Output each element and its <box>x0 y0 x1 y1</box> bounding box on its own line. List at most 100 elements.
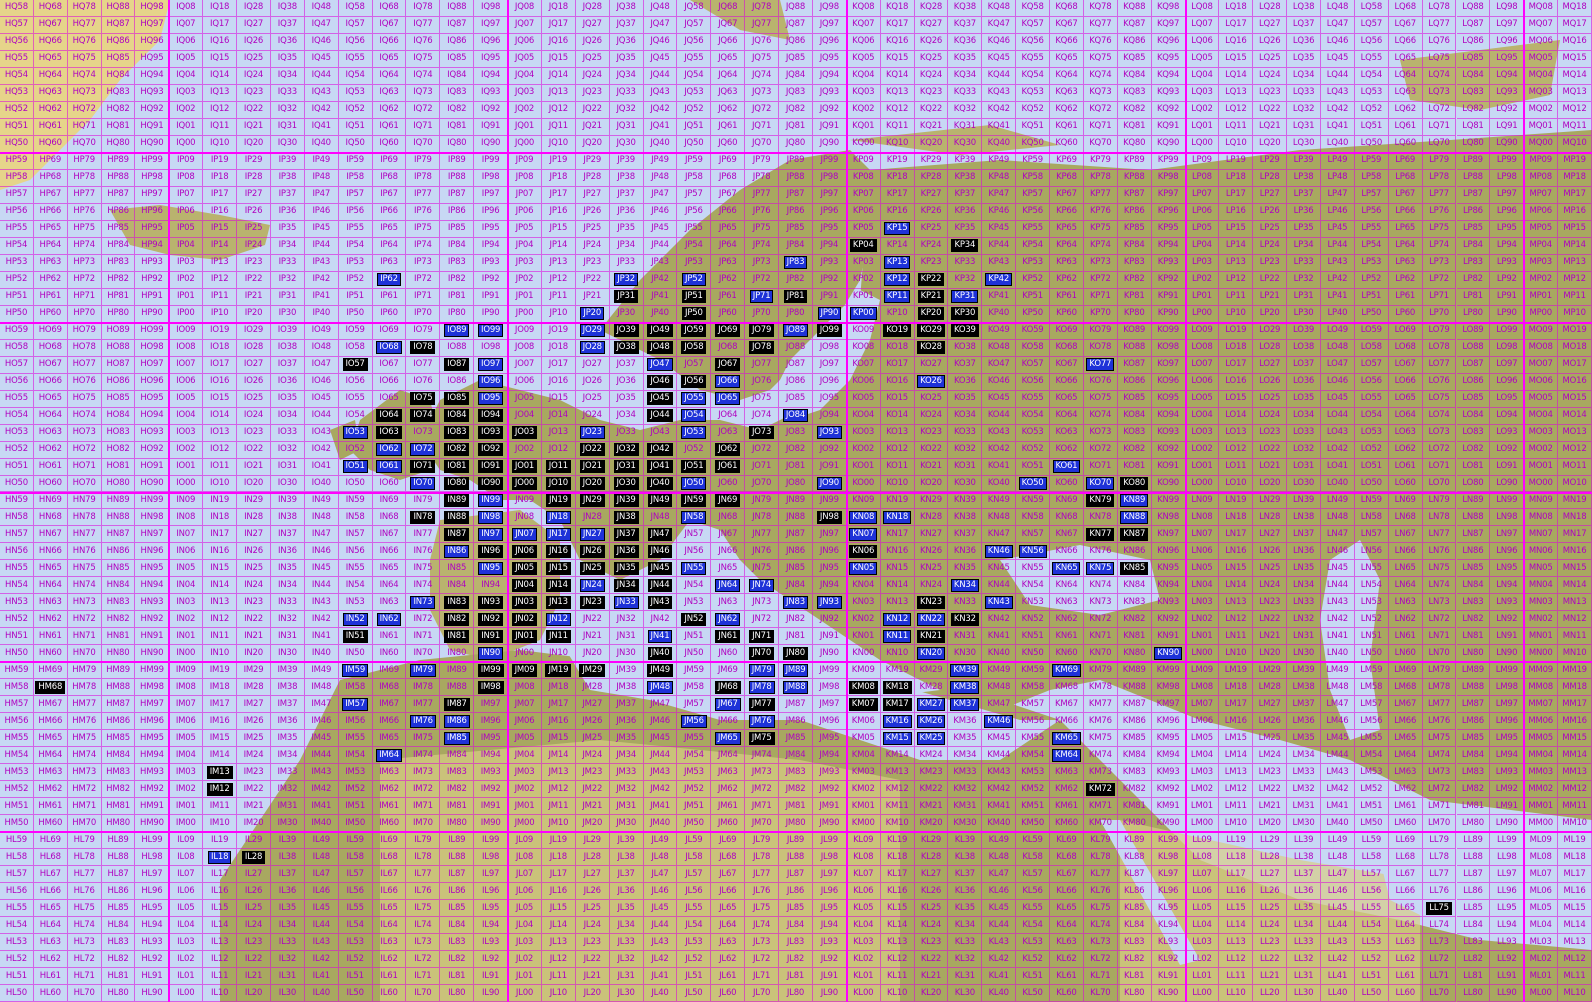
grid-cell-jl37: JL37 <box>609 866 644 884</box>
grid-cell-label: IP95 <box>481 223 500 234</box>
grid-cell-kl98: KL98 <box>1151 849 1186 867</box>
grid-cell-label: LN01 <box>1191 630 1213 641</box>
grid-cell-label: JO58 <box>681 341 707 355</box>
grid-cell-label: JN49 <box>647 493 673 507</box>
grid-cell-mn08: MN08 <box>1524 509 1559 527</box>
grid-cell-km05: KM05 <box>846 730 881 748</box>
grid-cell-label: HQ76 <box>72 36 96 47</box>
grid-cell-km54: KM54 <box>1016 747 1051 765</box>
grid-cell-in74: IN74 <box>406 577 441 595</box>
grid-cell-label: HQ63 <box>38 87 62 98</box>
grid-cell-label: JO34 <box>616 410 636 421</box>
grid-cell-in19: IN19 <box>203 492 238 510</box>
grid-cell-label: MP05 <box>1529 223 1552 234</box>
grid-cell-label: HQ83 <box>106 87 130 98</box>
grid-cell-label: HO73 <box>72 427 96 438</box>
grid-cell-label: HQ65 <box>38 53 62 64</box>
grid-cell-kn26: KN26 <box>914 543 949 561</box>
grid-cell-jl08: JL08 <box>508 849 542 867</box>
grid-cell-label: KM90 <box>1156 817 1180 828</box>
grid-cell-label: JM57 <box>683 698 704 709</box>
grid-cell-label: LQ50 <box>1360 138 1383 149</box>
grid-cell-io65: IO65 <box>372 390 407 408</box>
grid-cell-label: HN54 <box>5 579 28 590</box>
grid-cell-lo66: LO66 <box>1388 373 1423 391</box>
grid-cell-label: HP84 <box>107 240 129 251</box>
grid-cell-label: LM96 <box>1495 715 1518 726</box>
grid-cell-label: IM58 <box>345 681 366 692</box>
grid-cell-label: LM11 <box>1224 800 1247 811</box>
grid-cell-ip96: IP96 <box>474 203 509 221</box>
grid-cell-label: HL86 <box>107 885 129 896</box>
grid-cell-lo48: LO48 <box>1321 339 1355 357</box>
grid-cell-label: LN87 <box>1462 528 1484 539</box>
grid-cell-label: IQ91 <box>481 121 501 132</box>
grid-cell-label: JM30 <box>616 817 637 828</box>
grid-cell-label: KO19 <box>883 324 912 338</box>
grid-cell-lo64: LO64 <box>1388 407 1423 425</box>
grid-cell-label: IP80 <box>447 308 466 319</box>
grid-cell-jl76: JL76 <box>745 883 780 901</box>
grid-cell-label: LN65 <box>1394 562 1416 573</box>
grid-cell-in32: IN32 <box>270 611 305 629</box>
grid-cell-label: HO96 <box>140 376 164 387</box>
grid-cell-label: IM10 <box>209 817 230 828</box>
grid-cell-kp40: KP40 <box>982 305 1017 323</box>
grid-cell-label: LM31 <box>1292 800 1315 811</box>
grid-cell-jq24: JQ24 <box>575 67 610 85</box>
grid-cell-jn79: JN79 <box>745 492 780 510</box>
grid-cell-label: JP46 <box>651 206 669 217</box>
grid-cell-label: JL08 <box>515 851 534 862</box>
grid-cell-label: LM34 <box>1292 749 1315 760</box>
grid-cell-im13: IM13 <box>203 764 238 782</box>
grid-cell-label: IQ01 <box>176 121 196 132</box>
grid-cell-label: LP76 <box>1429 206 1449 217</box>
grid-cell-label: HP86 <box>107 206 129 217</box>
grid-cell-kq23: KQ23 <box>914 84 949 102</box>
grid-cell-label: HM88 <box>106 681 130 692</box>
grid-cell-kp52: KP52 <box>1016 271 1051 289</box>
grid-cell-lo50: LO50 <box>1354 475 1389 493</box>
grid-cell-hm66: HM66 <box>33 713 68 731</box>
grid-cell-jm00: JM00 <box>508 815 542 833</box>
grid-cell-label: KP13 <box>883 256 911 270</box>
grid-cell-label: KP19 <box>886 155 908 166</box>
grid-cell-km14: KM14 <box>880 747 915 765</box>
grid-cell-label: HP64 <box>39 240 62 251</box>
grid-cell-ko20: KO20 <box>914 475 949 493</box>
grid-cell-label: JP07 <box>515 189 534 200</box>
grid-cell-label: IQ77 <box>413 19 433 30</box>
grid-cell-label: KN60 <box>1055 647 1078 658</box>
grid-cell-label: IQ11 <box>210 121 230 132</box>
grid-cell-label: HQ60 <box>38 138 62 149</box>
grid-cell-label: IN03 <box>176 596 196 607</box>
grid-cell-label: JN45 <box>647 561 673 575</box>
grid-cell-label: LP38 <box>1293 172 1314 183</box>
grid-cell-label: LO98 <box>1496 342 1518 353</box>
grid-cell-label: IM75 <box>412 732 433 743</box>
grid-cell-label: JO81 <box>785 461 806 472</box>
grid-cell-label: IP55 <box>346 223 364 234</box>
grid-cell-jm83: JM83 <box>779 764 813 782</box>
grid-cell-mp07: MP07 <box>1524 186 1559 204</box>
grid-cell-im23: IM23 <box>237 764 271 782</box>
grid-cell-lq96: LQ96 <box>1490 33 1525 51</box>
grid-cell-kl28: KL28 <box>914 849 949 867</box>
grid-cell-label: IO90 <box>478 477 504 490</box>
grid-cell-lq86: LQ86 <box>1456 33 1491 51</box>
grid-cell-hn81: HN81 <box>101 628 136 646</box>
grid-cell-label: LN91 <box>1496 630 1518 641</box>
grid-cell-lo98: LO98 <box>1490 339 1525 357</box>
grid-cell-kn77: KN77 <box>1083 526 1118 544</box>
grid-cell-label: LO22 <box>1259 444 1281 455</box>
grid-cell-im92: IM92 <box>474 781 509 799</box>
grid-cell-il46: IL46 <box>304 883 339 901</box>
grid-cell-label: HQ91 <box>140 121 164 132</box>
grid-cell-label: KN02 <box>852 613 875 624</box>
grid-cell-mq10: MQ10 <box>1558 135 1592 153</box>
grid-cell-label: IN68 <box>379 511 399 522</box>
grid-cell-ko39: KO39 <box>948 322 983 340</box>
grid-cell-label: HN83 <box>106 596 130 607</box>
grid-cell-label: IN35 <box>277 562 297 573</box>
grid-cell-label: LQ27 <box>1258 19 1281 30</box>
